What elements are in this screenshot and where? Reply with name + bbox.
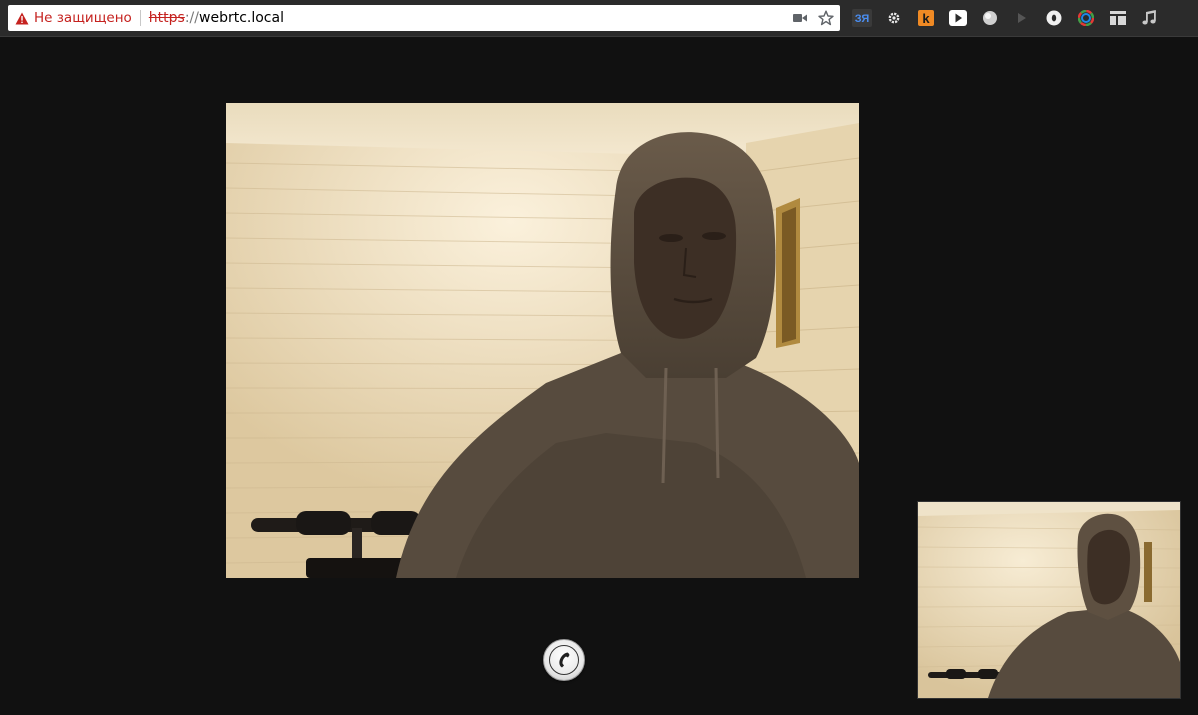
translate-extension-icon[interactable]: ЗЯ xyxy=(846,6,878,30)
globe-extension-icon[interactable] xyxy=(974,6,1006,30)
address-bar[interactable]: Не защищено https://webrtc.local xyxy=(8,5,840,31)
url-text[interactable]: https://webrtc.local xyxy=(149,10,284,26)
layout-extension-icon[interactable] xyxy=(1102,6,1134,30)
color-wheel-extension-icon[interactable] xyxy=(1070,6,1102,30)
camera-icon[interactable] xyxy=(792,10,808,26)
forward-extension-icon[interactable] xyxy=(1006,6,1038,30)
remote-video xyxy=(226,103,859,578)
local-video-frame xyxy=(918,502,1180,698)
circle-extension-icon[interactable] xyxy=(1038,6,1070,30)
remote-video-frame xyxy=(226,103,859,578)
music-extension-icon[interactable] xyxy=(1134,6,1166,30)
local-video xyxy=(917,501,1181,699)
url-separator: :// xyxy=(184,10,199,26)
k-extension-label: k xyxy=(922,11,930,26)
k-extension-icon[interactable]: k xyxy=(910,6,942,30)
security-status-label[interactable]: Не защищено xyxy=(34,10,132,26)
url-scheme: https xyxy=(148,10,185,26)
url-host: webrtc.local xyxy=(199,10,284,26)
settings-extension-icon[interactable] xyxy=(878,6,910,30)
call-button[interactable] xyxy=(543,639,585,681)
browser-toolbar: Не защищено https://webrtc.local ЗЯ k xyxy=(0,0,1198,37)
omnibox-divider xyxy=(139,10,141,26)
extensions-bar: ЗЯ k xyxy=(846,6,1166,30)
star-icon[interactable] xyxy=(818,10,834,26)
phone-icon xyxy=(549,645,579,675)
play-extension-icon[interactable] xyxy=(942,6,974,30)
warning-icon[interactable] xyxy=(14,10,30,26)
translate-extension-label: ЗЯ xyxy=(855,13,870,25)
